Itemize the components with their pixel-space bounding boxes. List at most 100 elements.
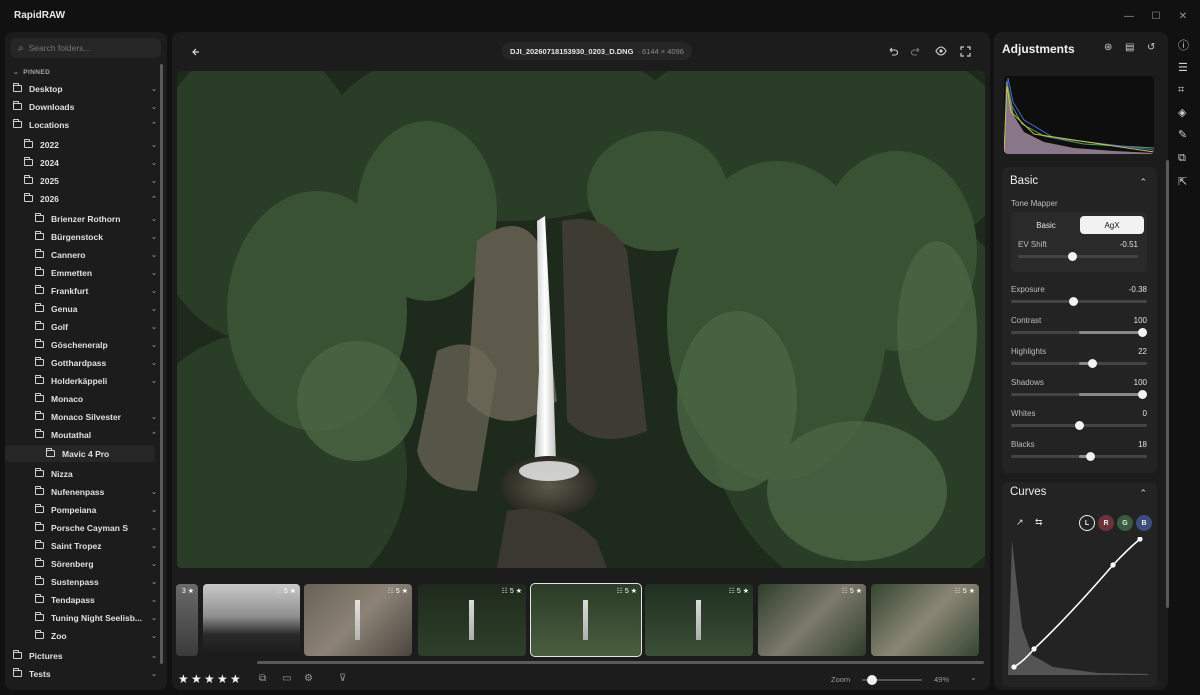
- folder-item[interactable]: Moutathal ⌃: [5, 426, 157, 443]
- curve-channel-r[interactable]: R: [1098, 515, 1114, 531]
- back-button[interactable]: [188, 44, 204, 60]
- folder-item[interactable]: Holderkäppeli ⌄: [5, 372, 157, 389]
- compare-button[interactable]: [933, 43, 949, 59]
- chevron-down-icon[interactable]: ⌄: [151, 506, 157, 514]
- folder-item[interactable]: Tendapass ⌄: [5, 591, 157, 608]
- chevron-down-icon[interactable]: ⌄: [151, 177, 157, 185]
- copy-icon[interactable]: ⧉: [259, 673, 266, 684]
- histogram-icon[interactable]: ▤: [1125, 42, 1134, 53]
- filmstrip-thumbnail[interactable]: ☷ 5 ★: [871, 584, 979, 656]
- folder-item[interactable]: Tuning Night Seelisb... ⌄: [5, 609, 157, 626]
- maximize-button[interactable]: ☐: [1147, 8, 1165, 24]
- folder-item[interactable]: Pompeiana ⌄: [5, 501, 157, 518]
- chevron-down-icon[interactable]: ⌄: [151, 287, 157, 295]
- export-icon[interactable]: ⇱: [1178, 175, 1187, 188]
- slider-knob[interactable]: [1138, 328, 1147, 337]
- chevron-down-icon[interactable]: ⌄: [151, 323, 157, 331]
- chevron-down-icon[interactable]: ⌄: [151, 159, 157, 167]
- folder-item[interactable]: Nufenenpass ⌄: [5, 483, 157, 500]
- folder-item[interactable]: Downloads ⌄: [5, 98, 157, 115]
- crop-icon[interactable]: ⌗: [1178, 84, 1184, 97]
- color-wheel-icon[interactable]: ⊛: [1104, 42, 1112, 53]
- chevron-down-icon[interactable]: ⌄: [151, 614, 157, 622]
- slider-value[interactable]: 100: [1107, 378, 1147, 387]
- filmstrip-thumbnail[interactable]: 3 ★: [176, 584, 198, 656]
- paste-icon[interactable]: ▭: [282, 673, 291, 684]
- folder-item[interactable]: Monaco Silvester ⌄: [5, 408, 157, 425]
- folder-item[interactable]: Genua ⌄: [5, 300, 157, 317]
- adjustments-icon[interactable]: ☰: [1178, 61, 1188, 74]
- redo-button[interactable]: [908, 43, 924, 59]
- star-icon-1[interactable]: ★: [178, 672, 189, 686]
- chevron-down-icon[interactable]: ⌄: [151, 215, 157, 223]
- folder-item[interactable]: Zoo ⌄: [5, 627, 157, 644]
- chevron-down-icon[interactable]: ⌄: [151, 542, 157, 550]
- slider-value[interactable]: 0: [1107, 409, 1147, 418]
- info-icon[interactable]: ⓘ: [1178, 37, 1189, 53]
- folder-item[interactable]: Brienzer Rothorn ⌄: [5, 210, 157, 227]
- folder-item[interactable]: Locations ⌃: [5, 116, 157, 133]
- chevron-down-icon[interactable]: ⌄: [151, 305, 157, 313]
- folder-item[interactable]: Saint Tropez ⌄: [5, 537, 157, 554]
- folder-item[interactable]: Bürgenstock ⌄: [5, 228, 157, 245]
- folder-item[interactable]: Nizza: [5, 465, 157, 482]
- reset-icon[interactable]: ↺: [1147, 42, 1155, 53]
- curve-channel-l[interactable]: L: [1079, 515, 1095, 531]
- curve-channel-g[interactable]: G: [1117, 515, 1133, 531]
- chevron-up-icon[interactable]: ⌃: [1139, 177, 1147, 188]
- slider-track[interactable]: [1011, 300, 1147, 303]
- folder-item[interactable]: Cannero ⌄: [5, 246, 157, 263]
- chevron-down-icon[interactable]: ⌄: [151, 377, 157, 385]
- filmstrip-thumbnail[interactable]: ☷ 5 ★: [304, 584, 412, 656]
- slider-knob[interactable]: [1069, 297, 1079, 306]
- presets-icon[interactable]: ⧉: [1178, 152, 1186, 165]
- star-icon-3[interactable]: ★: [204, 672, 215, 686]
- folder-search[interactable]: ⌕: [11, 38, 161, 58]
- sidebar-scrollbar[interactable]: [160, 64, 163, 664]
- slider-value[interactable]: -0.51: [1098, 240, 1138, 249]
- star-icon-5[interactable]: ★: [230, 672, 241, 686]
- slider-value[interactable]: 100: [1107, 316, 1147, 325]
- chevron-down-icon[interactable]: ⌄: [151, 632, 157, 640]
- chevron-down-icon[interactable]: ⌄: [151, 85, 157, 93]
- folder-item[interactable]: 2022 ⌄: [5, 136, 157, 153]
- fullscreen-button[interactable]: [957, 43, 973, 59]
- curve-point-icon[interactable]: ↗: [1016, 517, 1024, 528]
- star-icon-4[interactable]: ★: [217, 672, 228, 686]
- pinned-section-header[interactable]: ⌄ PINNED: [13, 68, 50, 76]
- chevron-down-icon[interactable]: ⌄: [151, 413, 157, 421]
- folder-item[interactable]: Golf ⌄: [5, 318, 157, 335]
- chevron-up-icon[interactable]: ⌃: [151, 431, 157, 439]
- filmstrip-thumbnail[interactable]: ☷ 5 ★: [758, 584, 866, 656]
- close-button[interactable]: ✕: [1174, 8, 1192, 24]
- chevron-down-icon[interactable]: ⌄: [151, 359, 157, 367]
- curve-reset-icon[interactable]: ⇆: [1035, 517, 1043, 528]
- star-icon-2[interactable]: ★: [191, 672, 202, 686]
- folder-item[interactable]: Göscheneralp ⌄: [5, 336, 157, 353]
- chevron-up-icon[interactable]: ⌃: [151, 195, 157, 203]
- chevron-down-icon[interactable]: ⌄: [151, 488, 157, 496]
- slider-knob[interactable]: [1067, 252, 1077, 261]
- filmstrip-thumbnail[interactable]: ☷ 5 ★: [418, 584, 526, 656]
- chevron-down-icon[interactable]: ⌄: [151, 596, 157, 604]
- adjustments-scrollbar[interactable]: [1166, 160, 1169, 608]
- brush-icon[interactable]: ✎: [1178, 128, 1187, 141]
- filmstrip-scrollbar[interactable]: [257, 661, 984, 664]
- slider-value[interactable]: 18: [1107, 440, 1147, 449]
- slider-knob[interactable]: [1138, 390, 1147, 399]
- minimize-button[interactable]: —: [1120, 8, 1138, 24]
- folder-item[interactable]: Porsche Cayman S ⌄: [5, 519, 157, 536]
- folder-item[interactable]: Pictures ⌄: [5, 647, 157, 664]
- chevron-down-icon[interactable]: ⌄: [151, 670, 157, 678]
- slider-track[interactable]: [1018, 255, 1138, 258]
- tone-mapper-basic-button[interactable]: Basic: [1014, 216, 1078, 234]
- chevron-down-icon[interactable]: ⌄: [151, 103, 157, 111]
- tone-mapper-agx-button[interactable]: AgX: [1080, 216, 1144, 234]
- search-input[interactable]: [28, 43, 149, 53]
- slider-value[interactable]: -0.38: [1107, 285, 1147, 294]
- folder-item[interactable]: Frankfurt ⌄: [5, 282, 157, 299]
- chevron-down-icon[interactable]: ⌄: [970, 673, 977, 682]
- slider-value[interactable]: 22: [1107, 347, 1147, 356]
- zoom-slider-knob[interactable]: [867, 675, 877, 685]
- chevron-down-icon[interactable]: ⌄: [151, 341, 157, 349]
